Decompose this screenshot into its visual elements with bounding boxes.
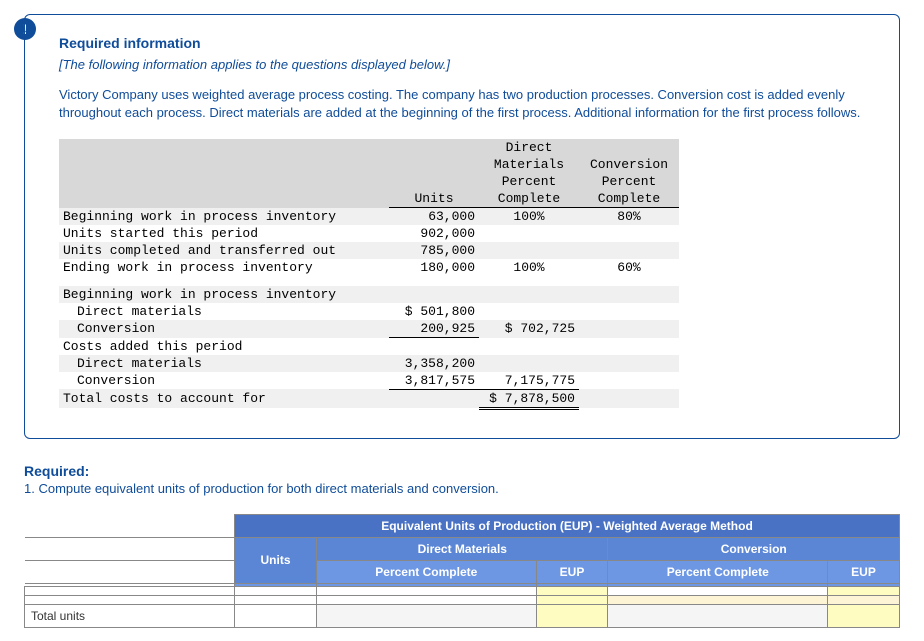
ans-total-dm-eup[interactable] [536, 604, 608, 627]
row-ewip-cv: 60% [579, 259, 679, 276]
ans-units-input[interactable] [235, 595, 317, 604]
ans-cv-eup-cell[interactable] [828, 586, 900, 595]
cost-added-label: Costs added this period [59, 338, 389, 355]
ans-cv-pc-input[interactable] [608, 595, 828, 604]
ans-cv-pc-input[interactable] [608, 586, 828, 595]
row-ewip-units: 180,000 [389, 259, 479, 276]
ans-rowlabel-input[interactable] [25, 595, 235, 604]
ans-cv-eup-hdr: EUP [828, 560, 900, 583]
cost-bwip-label: Beginning work in process inventory [59, 286, 389, 303]
required-heading: Required information [59, 35, 877, 51]
scenario-text: Victory Company uses weighted average pr… [59, 86, 877, 121]
cost-bwip-total: $ 702,725 [479, 320, 579, 338]
hdr-conv-pc1: Percent [579, 173, 679, 190]
ans-total-dm-pc [317, 604, 537, 627]
table-row [25, 586, 900, 595]
hdr-units: Units [389, 190, 479, 208]
data-table-block: Direct Materials Conversion Percent Perc… [59, 139, 877, 410]
hdr-dm-pc2: Complete [479, 190, 579, 208]
ans-conv-hdr: Conversion [608, 537, 900, 560]
hdr-dm-line2: Materials [479, 156, 579, 173]
ans-title: Equivalent Units of Production (EUP) - W… [235, 514, 900, 537]
cost-grand-total: $ 7,878,500 [479, 389, 579, 408]
required-block: Required: 1. Compute equivalent units of… [24, 463, 900, 496]
ans-dm-pc-hdr: Percent Complete [317, 560, 537, 583]
ans-units-hdr: Units [235, 537, 317, 583]
ans-dm-pc-input[interactable] [317, 586, 537, 595]
row-bwip-units: 63,000 [389, 208, 479, 226]
cost-bwip-cv-amt: 200,925 [389, 320, 479, 338]
cost-added-dm-label: Direct materials [59, 355, 389, 372]
row-bwip-cv: 80% [579, 208, 679, 226]
ans-total-units-cell[interactable] [235, 604, 317, 627]
cost-added-dm-amt: 3,358,200 [389, 355, 479, 372]
ans-dm-eup-cell[interactable] [536, 586, 608, 595]
hdr-conv-line1: Conversion [579, 156, 679, 173]
ans-total-cv-pc [608, 604, 828, 627]
row-bwip-label: Beginning work in process inventory [59, 208, 389, 226]
row-completed-label: Units completed and transferred out [59, 242, 389, 259]
row-started-label: Units started this period [59, 225, 389, 242]
table-row [25, 595, 900, 604]
ans-total-label: Total units [25, 604, 235, 627]
table-row-total: Total units [25, 604, 900, 627]
cost-bwip-cv-label: Conversion [59, 320, 389, 338]
cost-added-cv-amt: 3,817,575 [389, 372, 479, 390]
cost-grand-label: Total costs to account for [59, 389, 389, 408]
page: ! Required information [The following in… [0, 14, 924, 628]
row-started-units: 902,000 [389, 225, 479, 242]
cost-added-total: 7,175,775 [479, 372, 579, 390]
ans-cv-pc-hdr: Percent Complete [608, 560, 828, 583]
ans-rowlabel-input[interactable] [25, 586, 235, 595]
required-label: Required: [24, 463, 900, 479]
hdr-dm-line1: Direct [479, 139, 579, 156]
ans-units-input[interactable] [235, 586, 317, 595]
answer-table: Equivalent Units of Production (EUP) - W… [24, 514, 900, 628]
hdr-dm-pc1: Percent [479, 173, 579, 190]
ans-cv-eup-cell[interactable] [828, 595, 900, 604]
ans-dm-pc-input[interactable] [317, 595, 537, 604]
row-completed-units: 785,000 [389, 242, 479, 259]
cost-bwip-dm-label: Direct materials [59, 303, 389, 320]
cost-bwip-dm-amt: $ 501,800 [389, 303, 479, 320]
answer-table-wrap: Equivalent Units of Production (EUP) - W… [24, 514, 900, 628]
ans-dm-eup-cell[interactable] [536, 595, 608, 604]
ans-dm-hdr: Direct Materials [317, 537, 608, 560]
ans-dm-eup-hdr: EUP [536, 560, 608, 583]
cost-added-cv-label: Conversion [59, 372, 389, 390]
row-bwip-dm: 100% [479, 208, 579, 226]
italic-note: [The following information applies to th… [59, 57, 877, 72]
hdr-conv-pc2: Complete [579, 190, 679, 208]
required-text: 1. Compute equivalent units of productio… [24, 481, 900, 496]
units-table: Direct Materials Conversion Percent Perc… [59, 139, 679, 410]
row-ewip-dm: 100% [479, 259, 579, 276]
info-card: Required information [The following info… [24, 14, 900, 439]
ans-total-cv-eup[interactable] [828, 604, 900, 627]
row-ewip-label: Ending work in process inventory [59, 259, 389, 276]
